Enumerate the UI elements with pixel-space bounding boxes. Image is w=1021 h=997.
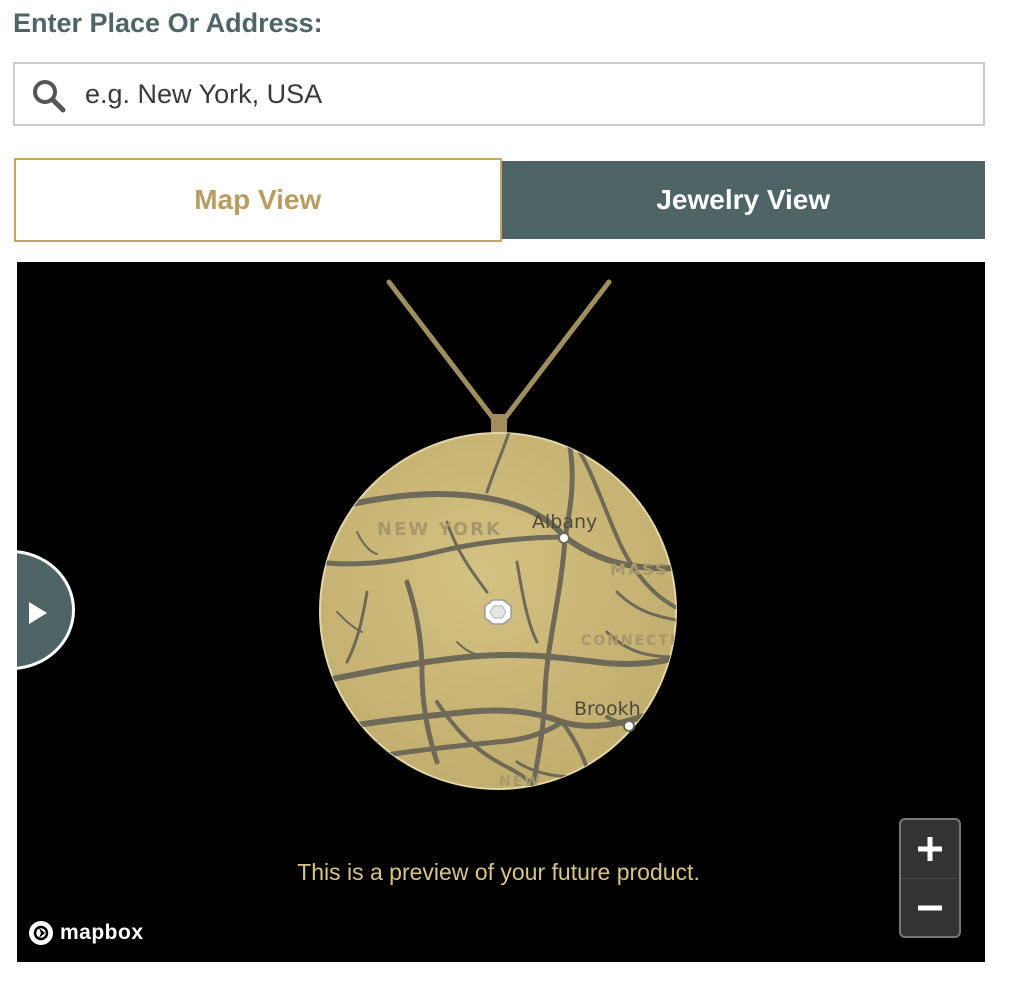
play-icon: [29, 602, 47, 624]
mapbox-attribution[interactable]: mapbox: [28, 920, 144, 946]
zoom-in-button[interactable]: [901, 820, 959, 878]
tab-jewelry-view[interactable]: Jewelry View: [501, 158, 985, 242]
city-dot-brookhaven: [623, 720, 635, 732]
mapbox-wordmark: mapbox: [60, 921, 144, 944]
pendant-illustration: NEW YORK MASS CONNECTI NEW Albany Brookh: [319, 279, 677, 790]
jewelry-preview[interactable]: NEW YORK MASS CONNECTI NEW Albany Brookh…: [17, 262, 985, 962]
plus-icon: [918, 837, 942, 861]
map-label-albany: Albany: [532, 511, 597, 533]
view-tabs: Map View Jewelry View: [14, 158, 985, 242]
map-label-new-york: NEW YORK: [377, 519, 502, 540]
minus-icon: [918, 905, 942, 910]
tab-map-view[interactable]: Map View: [14, 158, 502, 242]
map-label-connecticut: CONNECTI: [581, 633, 677, 649]
city-dot-albany: [558, 532, 570, 544]
map-label-brookhaven: Brookh: [574, 698, 641, 720]
pendant-chain: [386, 279, 612, 438]
search-icon: [33, 80, 66, 113]
search-box[interactable]: [13, 62, 985, 126]
search-label: Enter Place Or Address:: [13, 8, 323, 38]
gem-icon: [484, 599, 512, 625]
mapbox-logo-icon: [29, 921, 53, 945]
preview-caption: This is a preview of your future product…: [297, 859, 700, 885]
search-input[interactable]: [85, 70, 965, 118]
zoom-controls: [899, 818, 961, 938]
map-label-mass: MASS: [610, 560, 669, 579]
zoom-out-button[interactable]: [901, 878, 959, 936]
